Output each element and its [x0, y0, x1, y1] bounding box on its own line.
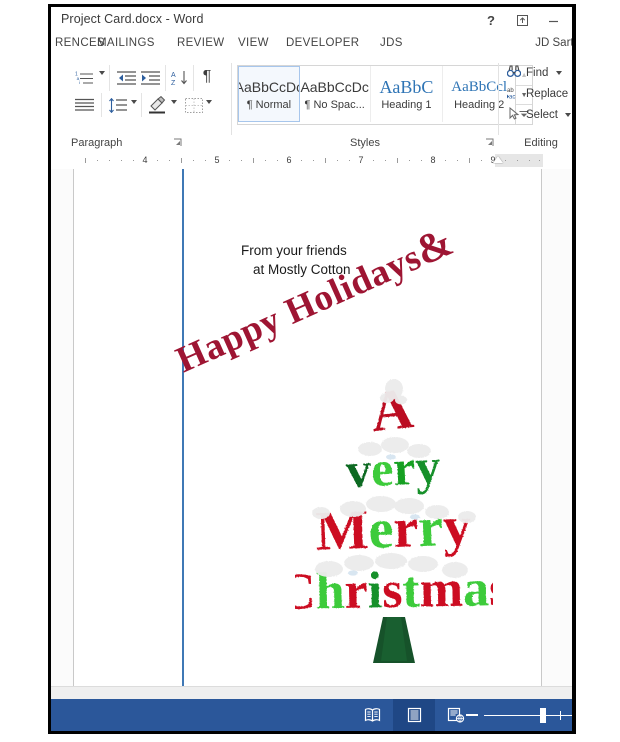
style-name: Heading 2: [454, 98, 505, 111]
ribbon-group-editing: Find ab ac Replace Select Editing: [503, 59, 572, 152]
status-bar: [51, 699, 572, 731]
ruler-tick-5: 5: [214, 155, 220, 165]
style-name: ¶ No Spac...: [304, 98, 365, 111]
svg-text:A: A: [171, 72, 176, 79]
ribbon: 1 a i A Z ¶ Paragraph AaBbCcDc ¶ Normal …: [51, 59, 572, 153]
styles-dialog-launcher[interactable]: [485, 138, 495, 148]
zoom-slider[interactable]: [466, 699, 572, 731]
print-layout-button[interactable]: [393, 699, 435, 731]
style-sample: AaBbCcDc: [300, 78, 369, 95]
horizontal-ruler[interactable]: 4 5 6 7 8 9: [51, 152, 572, 169]
tab-mailings[interactable]: MAILINGS: [97, 37, 155, 49]
group-label-paragraph: Paragraph: [71, 137, 123, 149]
christmas-tree-image[interactable]: A very Merry Christmas: [295, 373, 493, 663]
account-name[interactable]: JD Sarta: [535, 37, 572, 49]
ribbon-group-styles: AaBbCcDc ¶ Normal AaBbCcDc ¶ No Spac... …: [237, 59, 533, 152]
read-mode-button[interactable]: [351, 699, 393, 731]
window-title: Project Card.docx - Word: [61, 12, 204, 26]
binoculars-icon: [506, 65, 522, 81]
select-dropdown-arrow[interactable]: [564, 113, 571, 117]
tab-review[interactable]: REVIEW: [177, 37, 224, 49]
shading-dropdown-arrow[interactable]: [171, 100, 177, 104]
style-sample: AaBbC: [379, 76, 434, 97]
group-label-styles: Styles: [350, 137, 380, 149]
style-item-normal[interactable]: AaBbCcDc ¶ Normal: [238, 66, 300, 122]
style-name: Heading 1: [381, 98, 432, 111]
increase-indent-button[interactable]: [139, 67, 163, 89]
replace-button[interactable]: ab ac Replace: [507, 86, 568, 102]
find-dropdown-arrow[interactable]: [556, 71, 563, 75]
ruler-tick-8: 8: [430, 155, 436, 165]
style-item-heading-1[interactable]: AaBbC Heading 1: [370, 66, 444, 122]
svg-text:ac: ac: [509, 95, 515, 100]
sort-button[interactable]: A Z: [169, 67, 191, 89]
show-formatting-marks-button[interactable]: ¶: [197, 66, 217, 88]
multilevel-list-button[interactable]: 1 a i: [71, 67, 99, 89]
style-name: ¶ Normal: [246, 98, 292, 111]
svg-text:ab: ab: [507, 88, 514, 94]
ribbon-group-paragraph: 1 a i A Z ¶ Paragraph: [51, 59, 212, 152]
right-indent-marker[interactable]: [493, 156, 503, 163]
find-label: Find: [526, 67, 549, 79]
select-button[interactable]: Select: [507, 106, 571, 123]
minimize-button[interactable]: [538, 9, 568, 31]
tab-jds[interactable]: JDS: [380, 37, 403, 49]
ruler-tick-4: 4: [142, 155, 148, 165]
group-label-editing: Editing: [524, 137, 558, 149]
line-spacing-dropdown-arrow[interactable]: [131, 100, 137, 104]
ribbon-tab-strip: RENCES MAILINGS REVIEW VIEW DEVELOPER JD…: [51, 34, 572, 59]
find-button[interactable]: Find: [506, 65, 563, 81]
ruler-tick-7: 7: [358, 155, 364, 165]
tab-developer[interactable]: DEVELOPER: [286, 37, 359, 49]
select-label: Select: [526, 109, 558, 121]
replace-label: Replace: [526, 88, 569, 100]
replace-icon: ab ac: [507, 86, 521, 102]
help-button[interactable]: ?: [476, 9, 506, 31]
tab-view[interactable]: VIEW: [238, 37, 269, 49]
style-item-no-spacing[interactable]: AaBbCcDc ¶ No Spac...: [299, 66, 371, 122]
select-pointer-icon: [507, 106, 521, 123]
line-spacing-button[interactable]: [106, 95, 130, 115]
style-sample: AaBbCcDc: [238, 78, 300, 95]
application-window: Project Card.docx - Word ? RENCES MAILIN…: [48, 4, 576, 734]
zoom-thumb[interactable]: [540, 707, 546, 723]
zoom-track[interactable]: [484, 707, 572, 723]
status-bar-spacer: [51, 686, 572, 699]
text-box-border-line: [182, 169, 184, 686]
svg-text:Z: Z: [171, 80, 176, 86]
shading-button[interactable]: [146, 94, 170, 116]
word-window-screenshot: Project Card.docx - Word ? RENCES MAILIN…: [0, 0, 620, 742]
ribbon-display-options-button[interactable]: [507, 9, 537, 31]
view-buttons: [351, 699, 477, 731]
document-page[interactable]: From your friends at Mostly Cotton Happy…: [73, 169, 542, 691]
borders-dropdown-arrow[interactable]: [206, 100, 212, 104]
window-controls: ?: [476, 9, 568, 31]
greeting-line-1: From your friends: [241, 243, 347, 258]
zoom-out-button[interactable]: [466, 714, 478, 716]
borders-button[interactable]: [183, 95, 205, 115]
zoom-tick-100: [560, 710, 561, 720]
ruler-tick-6: 6: [286, 155, 292, 165]
multilevel-list-dropdown-arrow[interactable]: [99, 71, 105, 75]
tree-artwork: A very Merry Christmas: [295, 375, 493, 663]
svg-text:i: i: [79, 80, 80, 85]
decrease-indent-button[interactable]: [115, 67, 139, 89]
document-canvas[interactable]: From your friends at Mostly Cotton Happy…: [51, 169, 572, 691]
paragraph-dialog-launcher[interactable]: [173, 138, 183, 148]
title-bar: Project Card.docx - Word ?: [51, 7, 572, 34]
justify-button[interactable]: [73, 95, 97, 115]
